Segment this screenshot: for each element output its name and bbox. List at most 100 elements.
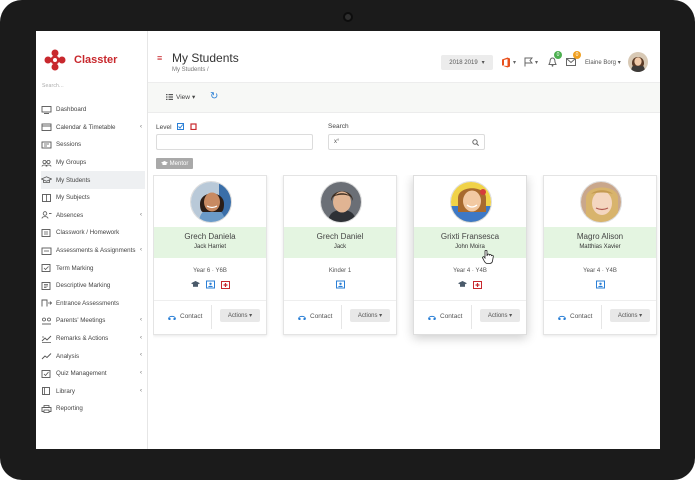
contact-label: Contact bbox=[570, 313, 593, 320]
chevron-down-icon: ▾ bbox=[617, 60, 621, 66]
student-year-class: Year 6 · Y6B bbox=[193, 268, 227, 274]
chevron-left-icon[interactable]: ‹ bbox=[140, 370, 142, 376]
sidebar-item-reporting[interactable]: Reporting bbox=[41, 400, 145, 418]
contact-button[interactable]: Contact bbox=[298, 313, 332, 320]
search-icon[interactable] bbox=[472, 139, 479, 146]
absences-icon bbox=[41, 211, 52, 219]
chevron-left-icon[interactable]: ‹ bbox=[140, 212, 142, 218]
envelope-icon bbox=[566, 58, 576, 66]
brand[interactable]: Classter bbox=[44, 49, 117, 71]
graduation-cap-icon[interactable] bbox=[458, 280, 467, 289]
header: ≡ My Students My Students / 2018 2019 ▾ … bbox=[148, 31, 660, 83]
messages-button[interactable]: 0 bbox=[566, 51, 581, 69]
chevron-left-icon[interactable]: ‹ bbox=[140, 247, 142, 253]
student-photo[interactable] bbox=[450, 181, 492, 223]
sidebar-item-descriptive-marking[interactable]: Descriptive Marking bbox=[41, 277, 145, 295]
sidebar-item-dashboard[interactable]: Dashboard bbox=[41, 101, 145, 119]
search-input[interactable]: x° bbox=[328, 134, 485, 150]
medical-icon[interactable] bbox=[473, 280, 482, 289]
subjects-icon bbox=[41, 193, 52, 202]
student-photo[interactable] bbox=[320, 181, 362, 223]
sidebar-item-calendar-timetable[interactable]: Calendar & Timetable ‹ bbox=[41, 119, 145, 137]
sidebar-item-classwork-homework[interactable]: Classwork / Homework bbox=[41, 224, 145, 242]
sidebar-item-my-subjects[interactable]: My Subjects bbox=[41, 189, 145, 207]
student-name[interactable]: Grech Daniela bbox=[154, 232, 266, 241]
page-title: My Students bbox=[172, 51, 239, 65]
sidebar-item-my-students[interactable]: My Students bbox=[41, 171, 145, 189]
student-photo[interactable] bbox=[190, 181, 232, 223]
sidebar-item-quiz-management[interactable]: Quiz Management ‹ bbox=[41, 365, 145, 383]
notifications-badge: 0 bbox=[554, 51, 562, 59]
office-apps-button[interactable]: ▾ bbox=[501, 55, 516, 69]
student-name[interactable]: Magro Alison bbox=[544, 232, 656, 241]
student-card[interactable]: Magro Alison Matthias Xavier Year 4 · Y4B C… bbox=[543, 175, 657, 335]
graduation-cap-icon[interactable] bbox=[190, 280, 200, 289]
chevron-down-icon: ▾ bbox=[535, 59, 539, 66]
student-status-icons bbox=[544, 280, 656, 289]
sidebar-item-parents-meetings[interactable]: Parents' Meetings ‹ bbox=[41, 312, 145, 330]
student-name[interactable]: Grech Daniel bbox=[284, 232, 396, 241]
chevron-left-icon[interactable]: ‹ bbox=[140, 317, 142, 323]
contact-button[interactable]: Contact bbox=[558, 313, 592, 320]
chevron-left-icon[interactable]: ‹ bbox=[140, 335, 142, 341]
breadcrumb[interactable]: My Students / bbox=[172, 67, 209, 73]
student-photo[interactable] bbox=[580, 181, 622, 223]
sidebar-item-label: Descriptive Marking bbox=[56, 282, 111, 290]
actions-dropdown[interactable]: Actions ▾ bbox=[480, 309, 520, 322]
sidebar-item-remarks-actions[interactable]: Remarks & Actions ‹ bbox=[41, 330, 145, 348]
sidebar-item-assessments-assignments[interactable]: Assessments & Assignments ‹ bbox=[41, 242, 145, 260]
app-screen: Classter Search... Dashboard Calendar & T… bbox=[36, 31, 660, 449]
sidebar: Classter Search... Dashboard Calendar & T… bbox=[36, 31, 148, 449]
sidebar-item-sessions[interactable]: Sessions bbox=[41, 136, 145, 154]
level-select[interactable] bbox=[156, 134, 313, 150]
notifications-button[interactable]: 0 bbox=[548, 51, 562, 69]
student-name[interactable]: Grixti Fransesca bbox=[414, 232, 526, 241]
academic-year-select[interactable]: 2018 2019 ▾ bbox=[441, 55, 493, 70]
sidebar-item-term-marking[interactable]: Term Marking bbox=[41, 259, 145, 277]
sidebar-item-label: My Subjects bbox=[56, 194, 90, 202]
monitor-icon bbox=[41, 105, 52, 114]
contact-label: Contact bbox=[180, 313, 203, 320]
hamburger-menu-icon[interactable]: ≡ bbox=[157, 54, 162, 63]
sidebar-item-label: Remarks & Actions bbox=[56, 335, 109, 343]
chevron-left-icon[interactable]: ‹ bbox=[140, 352, 142, 358]
clear-filter-icon[interactable] bbox=[190, 123, 197, 131]
student-photo-image bbox=[451, 182, 491, 222]
student-card[interactable]: Grixti Fransesca John Moira Year 4 · Y4B Co… bbox=[413, 175, 527, 335]
user-menu[interactable]: Elaine Borg ▾ bbox=[585, 59, 621, 66]
actions-dropdown[interactable]: Actions ▾ bbox=[350, 309, 390, 322]
contact-button[interactable]: Contact bbox=[428, 313, 462, 320]
contact-button[interactable]: Contact bbox=[168, 313, 202, 320]
sidebar-item-analysis[interactable]: Analysis ‹ bbox=[41, 347, 145, 365]
id-card-icon[interactable] bbox=[205, 280, 215, 289]
checkbox-checked-icon[interactable] bbox=[177, 123, 185, 130]
chevron-left-icon[interactable]: ‹ bbox=[140, 388, 142, 394]
actions-dropdown[interactable]: Actions ▾ bbox=[220, 309, 260, 322]
flag-button[interactable]: ▾ bbox=[524, 55, 538, 69]
actions-dropdown[interactable]: Actions ▾ bbox=[610, 309, 650, 322]
reporting-icon bbox=[41, 404, 52, 413]
sidebar-item-entrance-assessments[interactable]: Entrance Assessments bbox=[41, 295, 145, 313]
chevron-left-icon[interactable]: ‹ bbox=[140, 124, 142, 130]
academic-year-value: 2018 2019 bbox=[449, 59, 478, 66]
student-status-icons bbox=[284, 280, 396, 289]
chevron-down-icon: ▾ bbox=[191, 94, 196, 101]
sidebar-item-my-groups[interactable]: My Groups bbox=[41, 154, 145, 172]
student-photo-image bbox=[191, 182, 231, 222]
student-card[interactable]: Grech Daniel Jack Kinder 1 Contact Actions ▾ bbox=[283, 175, 397, 335]
refresh-icon[interactable]: ↻ bbox=[210, 91, 218, 102]
sidebar-search[interactable]: Search... bbox=[42, 83, 64, 89]
id-card-icon[interactable] bbox=[335, 280, 345, 289]
view-button[interactable]: View ▾ bbox=[166, 93, 195, 101]
medical-icon[interactable] bbox=[220, 280, 230, 289]
sidebar-item-absences[interactable]: Absences ‹ bbox=[41, 207, 145, 225]
student-card[interactable]: Grech Daniela Jack Harriet Year 6 · Y6B Con… bbox=[153, 175, 267, 335]
user-avatar[interactable] bbox=[628, 52, 648, 72]
contact-label: Contact bbox=[440, 313, 463, 320]
term-marking-icon bbox=[41, 264, 52, 273]
card-footer: Contact Actions ▾ bbox=[544, 300, 656, 330]
contact-icon bbox=[558, 315, 566, 320]
mentor-filter-chip[interactable]: Mentor bbox=[156, 158, 193, 169]
id-card-icon[interactable] bbox=[595, 280, 605, 289]
sidebar-item-library[interactable]: Library ‹ bbox=[41, 383, 145, 401]
